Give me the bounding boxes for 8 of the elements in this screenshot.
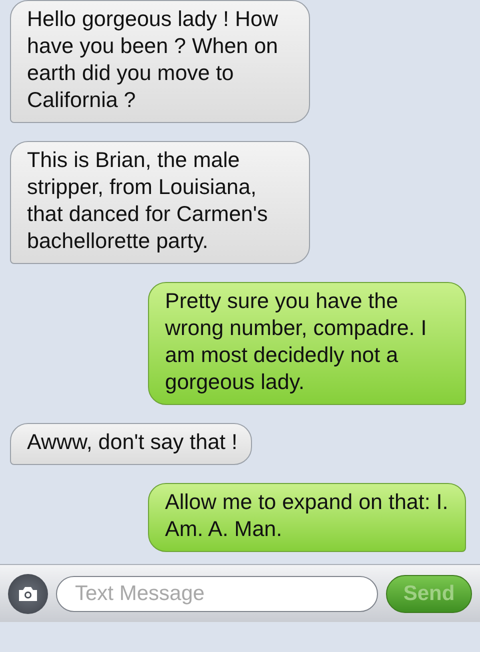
received-message-bubble: Awww, don't say that !	[10, 423, 252, 465]
camera-button[interactable]	[8, 574, 48, 614]
received-message-bubble: Hello gorgeous lady ! How have you been ? When on earth did you move to California ?	[10, 0, 310, 123]
received-message-bubble: This is Brian, the male stripper, from Louisiana, that danced for Carmen's bachellorette party.	[10, 141, 310, 264]
sent-message-bubble: Allow me to expand on that: I. Am. A. Man.	[148, 483, 466, 552]
camera-icon	[18, 586, 38, 602]
sent-message-bubble: Pretty sure you have the wrong number, compadre. I am most decidedly not a gorgeous lady.	[148, 282, 466, 405]
text-message-field[interactable]: Text Message	[56, 576, 378, 612]
